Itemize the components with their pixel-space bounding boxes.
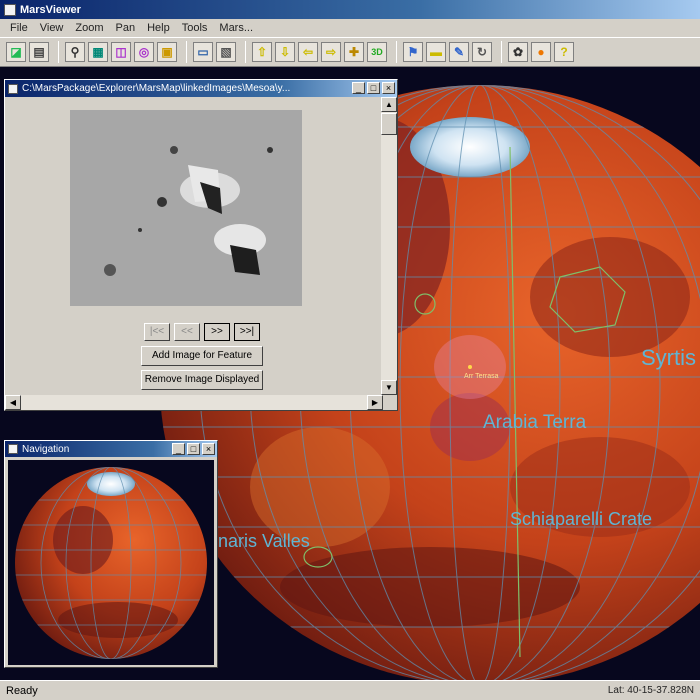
linked-image-window: C:\MarsPackage\Explorer\MarsMap\linkedIm…	[4, 79, 398, 411]
app-titlebar: MarsViewer	[0, 0, 700, 19]
rotate-icon: ↻	[476, 45, 488, 59]
target-button[interactable]: ◎	[134, 42, 154, 62]
scroll-up-arrow[interactable]: ▲	[381, 97, 397, 112]
remove-image-button[interactable]: Remove Image Displayed	[141, 370, 263, 390]
coordinates-readout: Lat: 40-15-37.828N	[607, 685, 694, 696]
navigation-title: Navigation	[22, 443, 70, 455]
image-window-titlebar[interactable]: C:\MarsPackage\Explorer\MarsMap\linkedIm…	[5, 80, 397, 97]
scroll-thumb[interactable]	[381, 113, 397, 135]
label-schiaparelli: Schiaparelli Crate	[510, 509, 652, 529]
pan-down-button[interactable]: ⇩	[275, 42, 295, 62]
image-icon: ▣	[161, 45, 173, 59]
menu-file[interactable]: File	[4, 22, 34, 34]
image-navigation: |<< << >> >>|	[144, 323, 264, 341]
minimize-button[interactable]: _	[172, 443, 185, 455]
window-icon	[8, 83, 18, 94]
measure-icon: ⚑	[407, 45, 419, 59]
status-text: Ready	[6, 684, 38, 697]
toolbar-separator	[396, 41, 397, 63]
save-button[interactable]: ◪	[6, 42, 26, 62]
photo-icon: ▧	[220, 45, 232, 59]
save-icon: ◪	[10, 45, 22, 59]
draw-button[interactable]: ✎	[449, 42, 469, 62]
prev-image-button[interactable]: <<	[174, 323, 200, 341]
navigation-window-titlebar[interactable]: Navigation _ □ ×	[5, 441, 217, 457]
photo-button[interactable]: ▧	[216, 42, 236, 62]
app-icon	[4, 3, 16, 16]
toolbar: ◪ ▤ ⚲ ▦ ◫ ◎ ▣ ▭ ▧ ⇧ ⇩ ⇦ ⇨ ✚ 3D ⚑ ▬ ✎ ↻ ✿…	[0, 37, 700, 67]
settings-button[interactable]: ✿	[508, 42, 528, 62]
window-icon: ▭	[197, 45, 209, 59]
measure-button[interactable]: ⚑	[403, 42, 423, 62]
layers-icon: ◫	[115, 45, 127, 59]
grid-button[interactable]: ▦	[88, 42, 108, 62]
center-icon: ✚	[348, 45, 360, 59]
label-arabia-terra: Arabia Terra	[483, 412, 587, 433]
next-image-button[interactable]: >>	[204, 323, 230, 341]
label-icon: ▬	[430, 45, 442, 59]
navigation-window: Navigation _ □ ×	[4, 440, 218, 668]
pan-left-button[interactable]: ⇦	[298, 42, 318, 62]
settings-icon: ✿	[512, 45, 524, 59]
horizontal-scrollbar[interactable]: ◀ ▶	[5, 395, 383, 410]
toolbar-separator	[245, 41, 246, 63]
view-3d-button[interactable]: 3D	[367, 42, 387, 62]
toolbar-separator	[58, 41, 59, 63]
add-image-button[interactable]: Add Image for Feature	[141, 346, 263, 366]
maximize-button[interactable]: □	[367, 82, 380, 94]
center-button[interactable]: ✚	[344, 42, 364, 62]
app-title: MarsViewer	[20, 3, 81, 16]
draw-icon: ✎	[453, 45, 465, 59]
help-icon: ?	[560, 45, 568, 59]
window-icon	[8, 444, 18, 454]
menu-view[interactable]: View	[34, 22, 70, 34]
pin-button[interactable]: ⚲	[65, 42, 85, 62]
pan-up-button[interactable]: ⇧	[252, 42, 272, 62]
menu-zoom[interactable]: Zoom	[69, 22, 109, 34]
maximize-button[interactable]: □	[187, 443, 200, 455]
label-valles: inaris Valles	[214, 531, 310, 551]
menu-tools[interactable]: Tools	[176, 22, 214, 34]
target-icon: ◎	[138, 45, 150, 59]
navigation-globe[interactable]	[8, 460, 214, 665]
print-icon: ▤	[33, 45, 45, 59]
toolbar-separator	[501, 41, 502, 63]
status-bar: Ready Lat: 40-15-37.828N	[0, 680, 700, 700]
arrow-down-icon: ⇩	[279, 45, 291, 59]
toolbar-separator	[186, 41, 187, 63]
close-button[interactable]: ×	[382, 82, 395, 94]
vertical-scrollbar[interactable]: ▲ ▼	[381, 97, 397, 395]
image-path-title: C:\MarsPackage\Explorer\MarsMap\linkedIm…	[22, 83, 291, 94]
arrow-right-icon: ⇨	[325, 45, 337, 59]
menu-pan[interactable]: Pan	[110, 22, 142, 34]
close-button[interactable]: ×	[202, 443, 215, 455]
scroll-down-arrow[interactable]: ▼	[381, 380, 397, 395]
minimize-button[interactable]: _	[352, 82, 365, 94]
window-button[interactable]: ▭	[193, 42, 213, 62]
sun-button[interactable]: ●	[531, 42, 551, 62]
linked-feature-photo	[70, 110, 302, 306]
pin-icon: ⚲	[70, 45, 80, 59]
grid-icon: ▦	[92, 45, 104, 59]
scroll-left-arrow[interactable]: ◀	[5, 395, 21, 410]
menu-mars[interactable]: Mars...	[213, 22, 259, 34]
pan-right-button[interactable]: ⇨	[321, 42, 341, 62]
print-button[interactable]: ▤	[29, 42, 49, 62]
feature-label: Arr Terrasa	[464, 373, 499, 380]
arrow-left-icon: ⇦	[302, 45, 314, 59]
image-button[interactable]: ▣	[157, 42, 177, 62]
menu-bar: File View Zoom Pan Help Tools Mars...	[0, 19, 700, 37]
first-image-button[interactable]: |<<	[144, 323, 170, 341]
last-image-button[interactable]: >>|	[234, 323, 260, 341]
menu-help[interactable]: Help	[141, 22, 176, 34]
rotate-button[interactable]: ↻	[472, 42, 492, 62]
help-button[interactable]: ?	[554, 42, 574, 62]
view-3d-icon: 3D	[371, 47, 383, 57]
label-button[interactable]: ▬	[426, 42, 446, 62]
label-syrtis: Syrtis	[641, 345, 696, 370]
scroll-right-arrow[interactable]: ▶	[367, 395, 383, 410]
sun-icon: ●	[537, 45, 545, 59]
arrow-up-icon: ⇧	[256, 45, 268, 59]
layers-button[interactable]: ◫	[111, 42, 131, 62]
